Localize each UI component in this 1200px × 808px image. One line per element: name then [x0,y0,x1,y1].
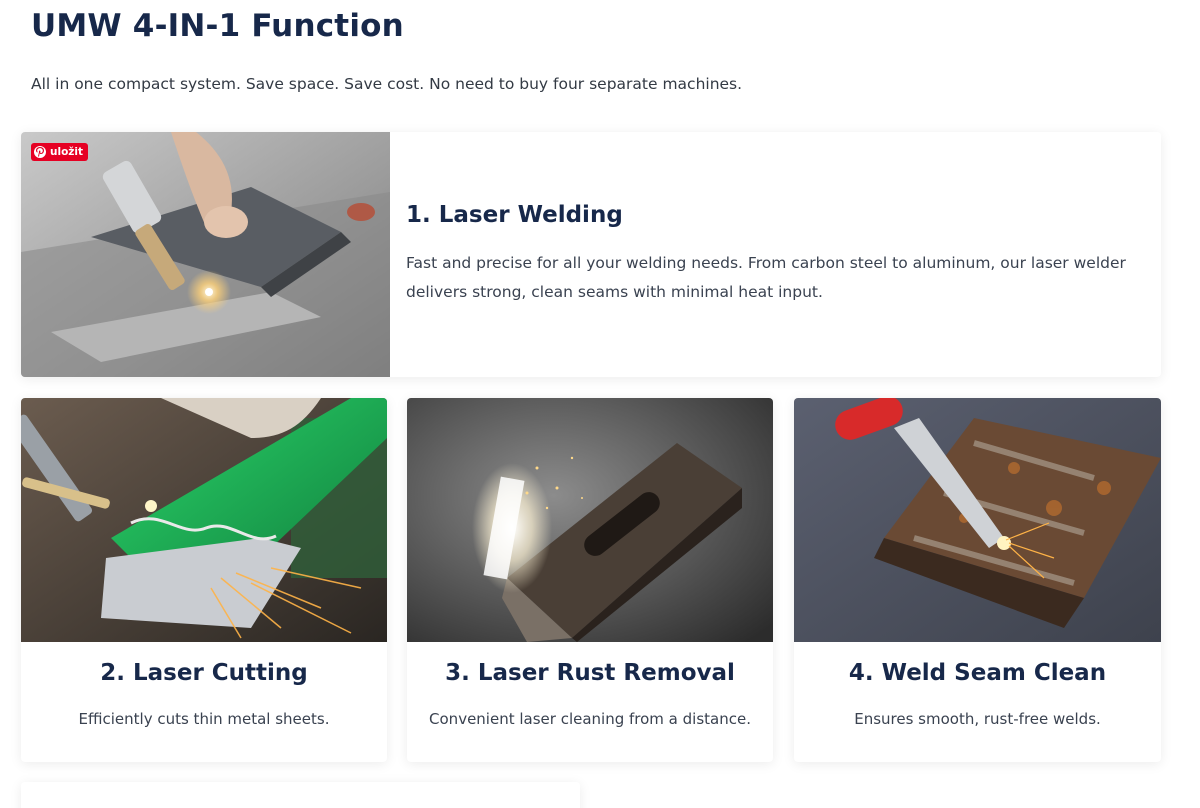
feature-heading: 1. Laser Welding [406,202,623,228]
laser-cutting-photo [21,398,387,642]
feature-card-weld-seam-clean: 4. Weld Seam Clean Ensures smooth, rust-… [794,398,1161,762]
pinterest-icon [34,146,46,158]
laser-welding-photo [21,132,390,377]
feature-card-next [21,782,580,808]
feature-description: Ensures smooth, rust-free welds. [854,710,1101,728]
feature-card-laser-welding: 1. Laser Welding Fast and precise for al… [21,132,1161,377]
page-title: UMW 4-IN-1 Function [31,8,404,44]
feature-card-laser-rust-removal: 3. Laser Rust Removal Convenient laser c… [407,398,773,762]
pinterest-save-button[interactable]: uložit [31,143,89,161]
pinterest-save-label: uložit [50,146,84,158]
feature-description: Convenient laser cleaning from a distanc… [429,710,751,728]
laser-rust-removal-photo [407,398,773,642]
feature-heading: 3. Laser Rust Removal [445,660,735,686]
weld-seam-clean-photo [794,398,1161,642]
feature-heading: 2. Laser Cutting [100,660,308,686]
feature-description: Efficiently cuts thin metal sheets. [78,710,330,728]
feature-heading: 4. Weld Seam Clean [848,660,1107,686]
feature-description: Fast and precise for all your welding ne… [406,254,1126,301]
page-subtitle: All in one compact system. Save space. S… [31,75,743,93]
feature-card-laser-cutting: 2. Laser Cutting Efficiently cuts thin m… [21,398,387,762]
